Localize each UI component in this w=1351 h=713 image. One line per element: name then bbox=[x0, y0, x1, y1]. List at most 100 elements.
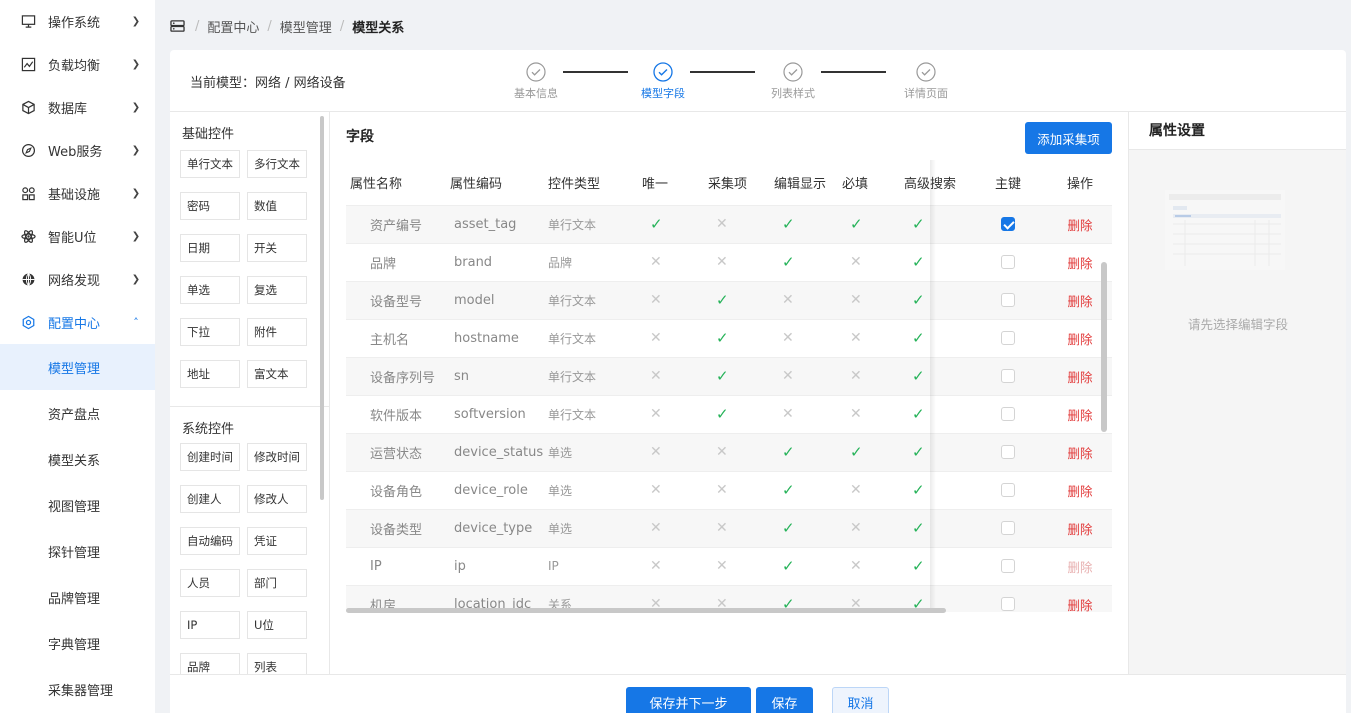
sidebar-subitem-view-mgmt[interactable]: 视图管理 bbox=[0, 482, 155, 528]
chevron-down-icon: ❯ bbox=[131, 59, 141, 70]
control-item[interactable]: 部门 bbox=[247, 569, 307, 597]
delete-link[interactable]: 删除 bbox=[1067, 560, 1092, 575]
delete-link[interactable]: 删除 bbox=[1067, 294, 1092, 309]
sidebar-item-os[interactable]: 操作系统 ❯ bbox=[0, 0, 155, 43]
table-horizontal-scrollbar[interactable] bbox=[346, 608, 946, 613]
control-item[interactable]: IP bbox=[180, 611, 240, 639]
step-list-style[interactable]: 列表样式 bbox=[763, 62, 823, 101]
sidebar-subitem-probe-mgmt[interactable]: 探针管理 bbox=[0, 528, 155, 574]
footer-bar: 保存并下一步 保存 取消 bbox=[170, 674, 1346, 713]
breadcrumb-config-center[interactable]: 配置中心 bbox=[207, 17, 259, 36]
flag-cell: ✕ bbox=[836, 546, 898, 585]
control-item[interactable]: 修改时间 bbox=[247, 443, 307, 471]
control-item[interactable]: 多行文本 bbox=[247, 150, 307, 178]
primary-key-checkbox[interactable] bbox=[1001, 597, 1015, 612]
operation-cell: 删除 bbox=[1048, 432, 1112, 471]
control-item[interactable]: 单选 bbox=[180, 276, 240, 304]
sidebar-subitem-dict-mgmt[interactable]: 字典管理 bbox=[0, 620, 155, 666]
primary-key-checkbox[interactable] bbox=[1001, 369, 1015, 383]
flag-cell: ✕ bbox=[636, 470, 702, 509]
sidebar-subitem-brand-mgmt[interactable]: 品牌管理 bbox=[0, 574, 155, 620]
table-row[interactable]: 主机名 hostname 单行文本 ✕ ✓ ✕ ✕ ✓ 删除 bbox=[346, 318, 1112, 357]
fields-table: 属性名称属性编码控件类型唯一采集项编辑显示必填高级搜索主键操作 资产编号asse… bbox=[346, 160, 1112, 612]
control-item[interactable]: 单行文本 bbox=[180, 150, 240, 178]
primary-key-checkbox[interactable] bbox=[1001, 559, 1015, 573]
sidebar-subitem-model-relation[interactable]: 模型关系 bbox=[0, 436, 155, 482]
check-icon: ✓ bbox=[912, 329, 925, 347]
sidebar-subitem-asset-inventory[interactable]: 资产盘点 bbox=[0, 390, 155, 436]
table-row[interactable]: 资产编号 asset_tag 单行文本 ✓ ✕ ✓ ✓ ✓ 删除 bbox=[346, 204, 1112, 243]
control-item[interactable]: 创建时间 bbox=[180, 443, 240, 471]
sidebar-item-config-center[interactable]: 配置中心 ˄ bbox=[0, 301, 155, 344]
sidebar-subitem-model-mgmt[interactable]: 模型管理 bbox=[0, 344, 155, 390]
controls-scrollbar[interactable] bbox=[320, 116, 324, 500]
control-item[interactable]: 日期 bbox=[180, 234, 240, 262]
cross-icon: ✕ bbox=[850, 558, 862, 574]
table-row[interactable]: 设备类型 device_type 单选 ✕ ✕ ✓ ✕ ✓ 删除 bbox=[346, 508, 1112, 547]
delete-link[interactable]: 删除 bbox=[1067, 446, 1092, 461]
table-row[interactable]: 品牌 brand 品牌 ✕ ✕ ✓ ✕ ✓ 删除 bbox=[346, 242, 1112, 281]
delete-link[interactable]: 删除 bbox=[1067, 370, 1092, 385]
delete-link[interactable]: 删除 bbox=[1067, 522, 1092, 537]
sidebar-item-web[interactable]: Web服务 ❯ bbox=[0, 129, 155, 172]
table-row[interactable]: 设备序列号 sn 单行文本 ✕ ✓ ✕ ✕ ✓ 删除 bbox=[346, 356, 1112, 395]
save-and-next-button[interactable]: 保存并下一步 bbox=[626, 687, 751, 713]
control-item[interactable]: 数值 bbox=[247, 192, 307, 220]
sidebar-item-db[interactable]: 数据库 ❯ bbox=[0, 86, 155, 129]
control-item[interactable]: 创建人 bbox=[180, 485, 240, 513]
primary-key-checkbox[interactable] bbox=[1001, 521, 1015, 535]
step-basic-info[interactable]: 基本信息 bbox=[506, 62, 566, 101]
field-name: 设备型号 bbox=[346, 280, 446, 319]
primary-key-checkbox[interactable] bbox=[1001, 331, 1015, 345]
sidebar-item-discovery[interactable]: 网络发现 ❯ bbox=[0, 258, 155, 301]
control-item[interactable]: 修改人 bbox=[247, 485, 307, 513]
control-item[interactable]: 附件 bbox=[247, 318, 307, 346]
breadcrumb-model-mgmt[interactable]: 模型管理 bbox=[280, 17, 332, 36]
add-collect-item-button[interactable]: 添加采集项 bbox=[1025, 122, 1112, 154]
table-row[interactable]: IP ip IP ✕ ✕ ✓ ✕ ✓ 删除 bbox=[346, 546, 1112, 585]
control-item[interactable]: U位 bbox=[247, 611, 307, 639]
flag-cell: ✕ bbox=[636, 546, 702, 585]
table-row[interactable]: 运营状态 device_status 单选 ✕ ✕ ✓ ✓ ✓ 删除 bbox=[346, 432, 1112, 471]
home-icon[interactable] bbox=[170, 19, 185, 33]
control-item[interactable]: 自动编码 bbox=[180, 527, 240, 555]
cross-icon: ✕ bbox=[650, 558, 662, 574]
sidebar-item-lb[interactable]: 负载均衡 ❯ bbox=[0, 43, 155, 86]
delete-link[interactable]: 删除 bbox=[1067, 218, 1092, 233]
primary-key-checkbox[interactable] bbox=[1001, 217, 1015, 231]
table-row[interactable]: 软件版本 softversion 单行文本 ✕ ✓ ✕ ✕ ✓ 删除 bbox=[346, 394, 1112, 433]
control-item[interactable]: 复选 bbox=[247, 276, 307, 304]
control-item[interactable]: 地址 bbox=[180, 360, 240, 388]
field-code: asset_tag bbox=[446, 204, 544, 243]
control-item[interactable]: 下拉 bbox=[180, 318, 240, 346]
step-model-fields[interactable]: 模型字段 bbox=[633, 62, 693, 101]
sidebar-subitem-collector-mgmt[interactable]: 采集器管理 bbox=[0, 666, 155, 712]
delete-link[interactable]: 删除 bbox=[1067, 484, 1092, 499]
cross-icon: ✕ bbox=[782, 292, 794, 308]
table-vertical-scrollbar[interactable] bbox=[1101, 262, 1107, 432]
step-detail-page[interactable]: 详情页面 bbox=[896, 62, 956, 101]
table-row[interactable]: 设备型号 model 单行文本 ✕ ✓ ✕ ✕ ✓ 删除 bbox=[346, 280, 1112, 319]
control-item[interactable]: 富文本 bbox=[247, 360, 307, 388]
primary-key-checkbox[interactable] bbox=[1001, 445, 1015, 459]
control-item[interactable]: 人员 bbox=[180, 569, 240, 597]
save-button[interactable]: 保存 bbox=[756, 687, 813, 713]
primary-key-checkbox[interactable] bbox=[1001, 483, 1015, 497]
table-row[interactable]: 设备角色 device_role 单选 ✕ ✕ ✓ ✕ ✓ 删除 bbox=[346, 470, 1112, 509]
system-controls-grid: 创建时间 修改时间 创建人 修改人 自动编码 凭证 人员 部门 IP U位 品牌 列表 bbox=[180, 443, 329, 681]
control-item[interactable]: 开关 bbox=[247, 234, 307, 262]
field-control-type: 单行文本 bbox=[544, 204, 636, 243]
control-item[interactable]: 凭证 bbox=[247, 527, 307, 555]
delete-link[interactable]: 删除 bbox=[1067, 408, 1092, 423]
delete-link[interactable]: 删除 bbox=[1067, 598, 1092, 612]
primary-key-checkbox[interactable] bbox=[1001, 293, 1015, 307]
sidebar-item-infra[interactable]: 基础设施 ❯ bbox=[0, 172, 155, 215]
control-item[interactable]: 密码 bbox=[180, 192, 240, 220]
primary-key-checkbox[interactable] bbox=[1001, 255, 1015, 269]
delete-link[interactable]: 删除 bbox=[1067, 332, 1092, 347]
delete-link[interactable]: 删除 bbox=[1067, 256, 1092, 271]
cancel-button[interactable]: 取消 bbox=[832, 687, 889, 713]
primary-key-checkbox[interactable] bbox=[1001, 407, 1015, 421]
step-label: 列表样式 bbox=[771, 87, 815, 100]
sidebar-item-smart-u[interactable]: 智能U位 ❯ bbox=[0, 215, 155, 258]
